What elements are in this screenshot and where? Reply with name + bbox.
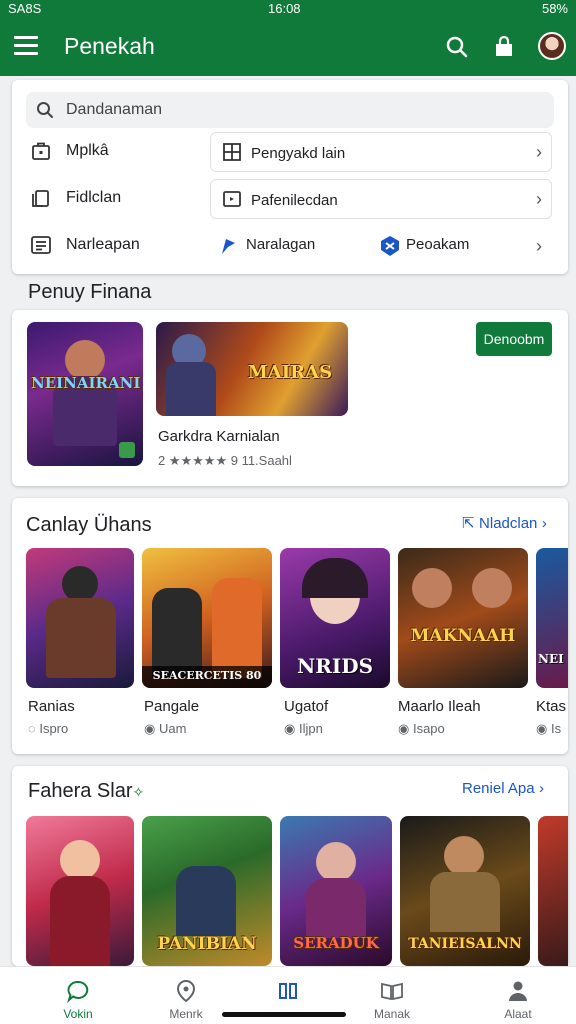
quick-pill[interactable]: Pafenilecdan xyxy=(210,179,552,219)
game-subtitle: ◉ Isapo xyxy=(398,721,445,736)
game-thumbnail[interactable] xyxy=(26,816,134,966)
quick-pill[interactable]: Pengyakd lain xyxy=(210,132,552,172)
search-box[interactable] xyxy=(26,92,554,128)
game-art-title: TANIEISALNN xyxy=(408,936,522,952)
chevron-right-icon[interactable]: › xyxy=(536,236,542,257)
game-art-title: MAIRAS xyxy=(247,362,333,383)
copy-icon xyxy=(32,190,49,207)
status-left: SA8S xyxy=(8,1,42,16)
quick-row-2: Fidlclan Pafenilecdan › xyxy=(12,177,568,221)
game-art-title: PANIBIAN xyxy=(157,934,257,954)
search-icon xyxy=(37,102,53,118)
nav-item-reading[interactable]: Manak xyxy=(340,967,444,1024)
quick-option[interactable]: Naralagan xyxy=(246,236,315,253)
toolbar: Penekah xyxy=(0,24,576,70)
game-thumbnail[interactable]: SERADUK xyxy=(280,816,392,966)
game-thumbnail[interactable]: PANIBIAN xyxy=(142,816,272,966)
game-thumbnail[interactable]: NEINAIRANI xyxy=(27,322,143,466)
chevron-right-icon[interactable]: › xyxy=(536,142,542,163)
game-thumbnail[interactable]: SEACERCETIS 80 xyxy=(142,548,272,688)
book-icon xyxy=(279,983,297,999)
game-title[interactable]: Ktas xyxy=(536,698,566,715)
game-art-title: NEI xyxy=(538,652,564,666)
section-card: Canlay Ühans ⇱ Nladclan › SEACERCETIS 80… xyxy=(12,498,568,754)
game-thumbnail[interactable]: TANIEISALNN xyxy=(400,816,530,966)
home-indicator xyxy=(222,1012,346,1017)
quick-row-1: Mplkâ Pengyakd lain › xyxy=(12,130,568,174)
chat-bubble-icon xyxy=(67,980,89,1003)
game-art-title: NEINAIRANI xyxy=(31,374,141,392)
open-book-icon xyxy=(381,982,403,1001)
app-bar: SA8S 16:08 58% Penekah xyxy=(0,0,576,76)
nav-label: Alaat xyxy=(504,1007,532,1021)
game-title[interactable]: Garkdra Karnialan xyxy=(158,428,280,445)
chevron-right-icon: › xyxy=(541,515,547,532)
person-icon xyxy=(509,981,527,1001)
sparkle-icon: ✧ xyxy=(132,784,145,800)
game-subtitle: ◌ Ispro xyxy=(28,721,69,736)
section-title: Penuy Finana xyxy=(28,281,152,303)
grid-icon xyxy=(223,143,241,161)
game-thumbnail[interactable]: NEI xyxy=(536,548,568,688)
nav-item-home[interactable]: Vokin xyxy=(26,967,130,1024)
status-bar: SA8S 16:08 58% xyxy=(0,0,576,18)
briefcase-icon xyxy=(32,142,50,160)
avatar[interactable] xyxy=(538,32,566,60)
game-art-title: SERADUK xyxy=(293,934,379,952)
nav-label: Vokin xyxy=(63,1007,93,1021)
chevron-right-icon: › xyxy=(539,780,545,797)
game-thumbnail[interactable] xyxy=(26,548,134,688)
install-button[interactable]: Denoobm xyxy=(476,322,552,356)
game-subtitle: ◉ Iljpn xyxy=(284,721,323,736)
see-more-link[interactable]: ⇱ Nladclan › xyxy=(462,514,547,533)
app-title: Penekah xyxy=(64,33,155,59)
video-icon xyxy=(223,191,241,207)
quick-pill-label: Pengyakd lain xyxy=(251,145,346,162)
status-battery: 58% xyxy=(541,1,568,16)
location-icon xyxy=(176,979,196,1003)
see-more-label: Nladclan xyxy=(479,515,538,532)
game-title[interactable]: Pangale xyxy=(144,698,199,715)
nav-item-account[interactable]: Alaat xyxy=(466,967,570,1024)
external-icon: ⇱ xyxy=(462,515,475,532)
quick-option[interactable]: Peoakam xyxy=(406,236,469,253)
see-more-label: Reniel Apa xyxy=(462,780,535,797)
search-icon[interactable] xyxy=(444,34,470,60)
chevron-right-icon[interactable]: › xyxy=(536,189,542,210)
nav-label: Manak xyxy=(373,1007,411,1021)
search-input[interactable] xyxy=(66,92,536,128)
flag-icon xyxy=(222,239,235,254)
quick-pill-label: Pafenilecdan xyxy=(251,192,338,209)
shield-icon xyxy=(381,236,399,256)
store-icon[interactable] xyxy=(491,34,517,60)
game-title[interactable]: Maarlo Ileah xyxy=(398,698,481,715)
game-thumbnail[interactable]: MAKNAAH xyxy=(398,548,528,688)
featured-card[interactable]: NEINAIRANI MAIRAS Denoobm Garkdra Karnia… xyxy=(12,310,568,486)
quick-row-3: Narleapan Naralagan Peoakam › xyxy=(12,224,568,268)
quick-label[interactable]: Narleapan xyxy=(66,236,140,254)
game-subtitle: ◉ Is xyxy=(536,721,562,736)
game-thumbnail[interactable] xyxy=(538,816,568,966)
game-title[interactable]: Ugatof xyxy=(284,698,328,715)
game-rating: 2 ★★★★★ 9 11.Saahl xyxy=(158,453,292,468)
quick-label[interactable]: Fidlclan xyxy=(66,189,121,207)
quick-access-card: Mplkâ Pengyakd lain › Fidlclan Pafenilec… xyxy=(12,80,568,274)
document-icon xyxy=(31,236,51,254)
game-title[interactable]: Ranias xyxy=(28,698,75,715)
game-thumbnail[interactable]: NRIDS xyxy=(280,548,390,688)
section-card: Fahera Slar✧ Reniel Apa › PANIBIAN SERAD… xyxy=(12,766,568,966)
game-art-title: NRIDS xyxy=(296,654,374,678)
section-title: Fahera Slar✧ xyxy=(28,780,145,802)
game-art-title: MAKNAAH xyxy=(410,626,516,646)
game-art-title: SEACERCETIS 80 xyxy=(152,669,262,682)
see-more-link[interactable]: Reniel Apa › xyxy=(462,780,544,798)
quick-label[interactable]: Mplkâ xyxy=(66,142,109,160)
section-title: Canlay Ühans xyxy=(26,514,152,536)
game-subtitle: ◉ Uam xyxy=(144,721,187,736)
menu-icon[interactable] xyxy=(14,36,38,56)
status-time: 16:08 xyxy=(268,1,301,16)
game-banner[interactable]: MAIRAS xyxy=(156,322,348,416)
